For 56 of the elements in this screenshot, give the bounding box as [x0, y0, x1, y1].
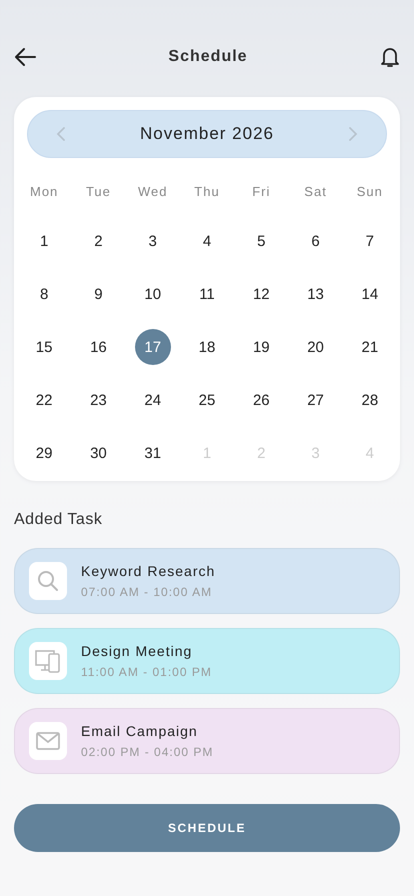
- task-title: Keyword Research: [81, 563, 216, 579]
- weekday-label: Wed: [138, 184, 168, 199]
- weekday-label: Sun: [356, 184, 383, 199]
- task-title: Design Meeting: [81, 643, 194, 659]
- calendar-day[interactable]: 2: [80, 223, 116, 259]
- calendar-day[interactable]: 1: [26, 223, 62, 259]
- calendar-day[interactable]: 20: [298, 329, 334, 365]
- calendar-day[interactable]: 21: [352, 329, 388, 365]
- task-time: 11:00 AM - 01:00 PM: [81, 665, 212, 679]
- calendar-day[interactable]: 26: [243, 382, 280, 418]
- calendar-day[interactable]: 23: [80, 382, 116, 418]
- calendar-day[interactable]: 7: [352, 223, 388, 259]
- calendar-day[interactable]: 18: [188, 329, 225, 365]
- calendar-day[interactable]: 17: [134, 329, 171, 365]
- calendar-day[interactable]: 5: [243, 223, 280, 259]
- calendar-day[interactable]: 14: [352, 276, 388, 312]
- calendar-day[interactable]: 31: [134, 435, 171, 471]
- calendar-day[interactable]: 12: [243, 276, 280, 312]
- task-time: 02:00 PM - 04:00 PM: [81, 745, 214, 759]
- calendar-day[interactable]: 11: [188, 276, 225, 312]
- calendar-day[interactable]: 15: [26, 329, 62, 365]
- weekday-label: Mon: [30, 184, 58, 199]
- calendar-day[interactable]: 6: [298, 223, 334, 259]
- calendar-day[interactable]: 4: [188, 223, 225, 259]
- calendar-day[interactable]: 24: [134, 382, 171, 418]
- calendar-day[interactable]: 27: [298, 382, 334, 418]
- task-time: 07:00 AM - 10:00 AM: [81, 585, 214, 599]
- weekday-label: Sat: [304, 184, 327, 199]
- weekday-label: Fri: [252, 184, 270, 199]
- calendar-day[interactable]: 3: [134, 223, 171, 259]
- calendar-day[interactable]: 22: [26, 382, 62, 418]
- bell-icon[interactable]: [380, 46, 400, 68]
- month-label: November 2026: [140, 124, 274, 144]
- task-card[interactable]: Email Campaign 02:00 PM - 04:00 PM: [14, 708, 400, 774]
- task-title: Email Campaign: [81, 723, 199, 739]
- screen-title: Schedule: [168, 48, 248, 66]
- task-card[interactable]: Keyword Research 07:00 AM - 10:00 AM: [14, 548, 400, 614]
- calendar-day[interactable]: 30: [80, 435, 116, 471]
- devices-icon: [35, 648, 61, 674]
- calendar-day[interactable]: 8: [26, 276, 62, 312]
- calendar-day[interactable]: 10: [134, 276, 171, 312]
- schedule-button[interactable]: SCHEDULE: [14, 804, 400, 852]
- calendar-day[interactable]: 29: [26, 435, 62, 471]
- search-icon: [36, 569, 60, 593]
- weekday-label: Tue: [86, 184, 111, 199]
- calendar-day[interactable]: 19: [243, 329, 280, 365]
- section-heading: Added Task: [14, 511, 104, 529]
- calendar-day[interactable]: 13: [298, 276, 334, 312]
- task-card[interactable]: Design Meeting 11:00 AM - 01:00 PM: [14, 628, 400, 694]
- calendar-day[interactable]: 9: [80, 276, 116, 312]
- mail-icon: [36, 731, 60, 751]
- calendar-day[interactable]: 25: [188, 382, 225, 418]
- calendar-day[interactable]: 28: [352, 382, 388, 418]
- weekday-label: Thu: [194, 184, 220, 199]
- back-arrow-icon[interactable]: [14, 47, 36, 67]
- calendar-day[interactable]: 16: [80, 329, 116, 365]
